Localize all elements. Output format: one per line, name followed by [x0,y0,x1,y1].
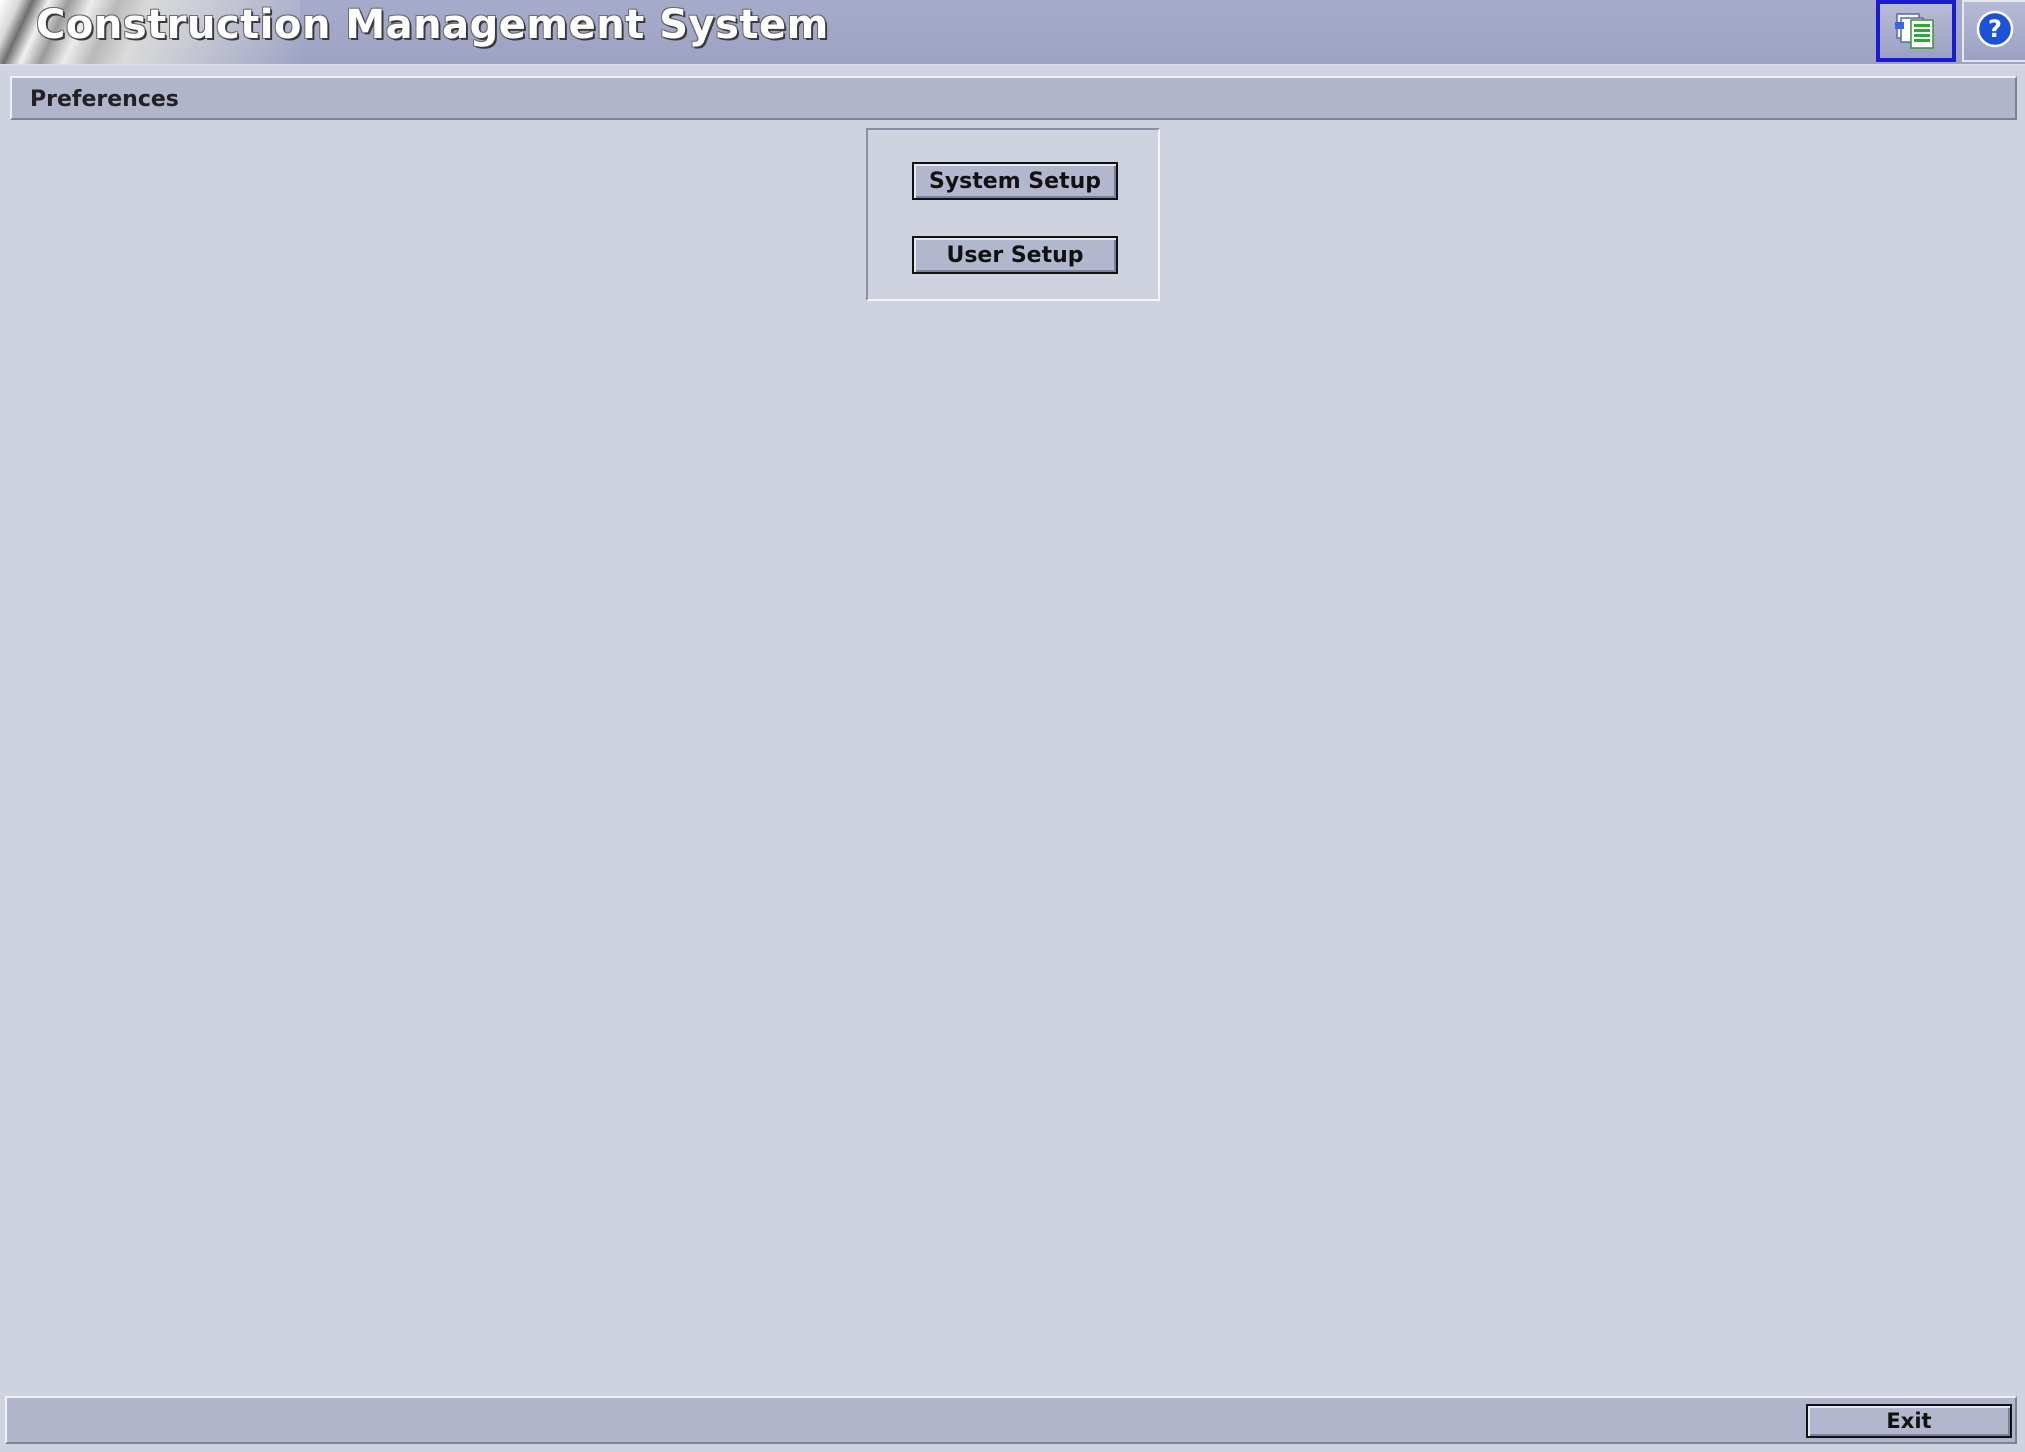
footer-bar: Exit [5,1396,2017,1444]
documents-icon [1893,8,1939,54]
preferences-header: Preferences [10,76,2017,120]
title-bar: Construction Management System ? [0,0,2025,66]
help-button[interactable]: ? [1962,0,2025,62]
help-icon: ? [1975,9,2015,53]
app-title: Construction Management System [36,2,829,48]
user-setup-button[interactable]: User Setup [912,236,1118,274]
svg-text:?: ? [1988,15,2002,43]
setup-panel: System Setup User Setup [866,128,1160,301]
documents-button[interactable] [1876,0,1956,62]
system-setup-button[interactable]: System Setup [912,162,1118,200]
exit-button[interactable]: Exit [1806,1404,2012,1438]
page-title: Preferences [30,87,179,112]
